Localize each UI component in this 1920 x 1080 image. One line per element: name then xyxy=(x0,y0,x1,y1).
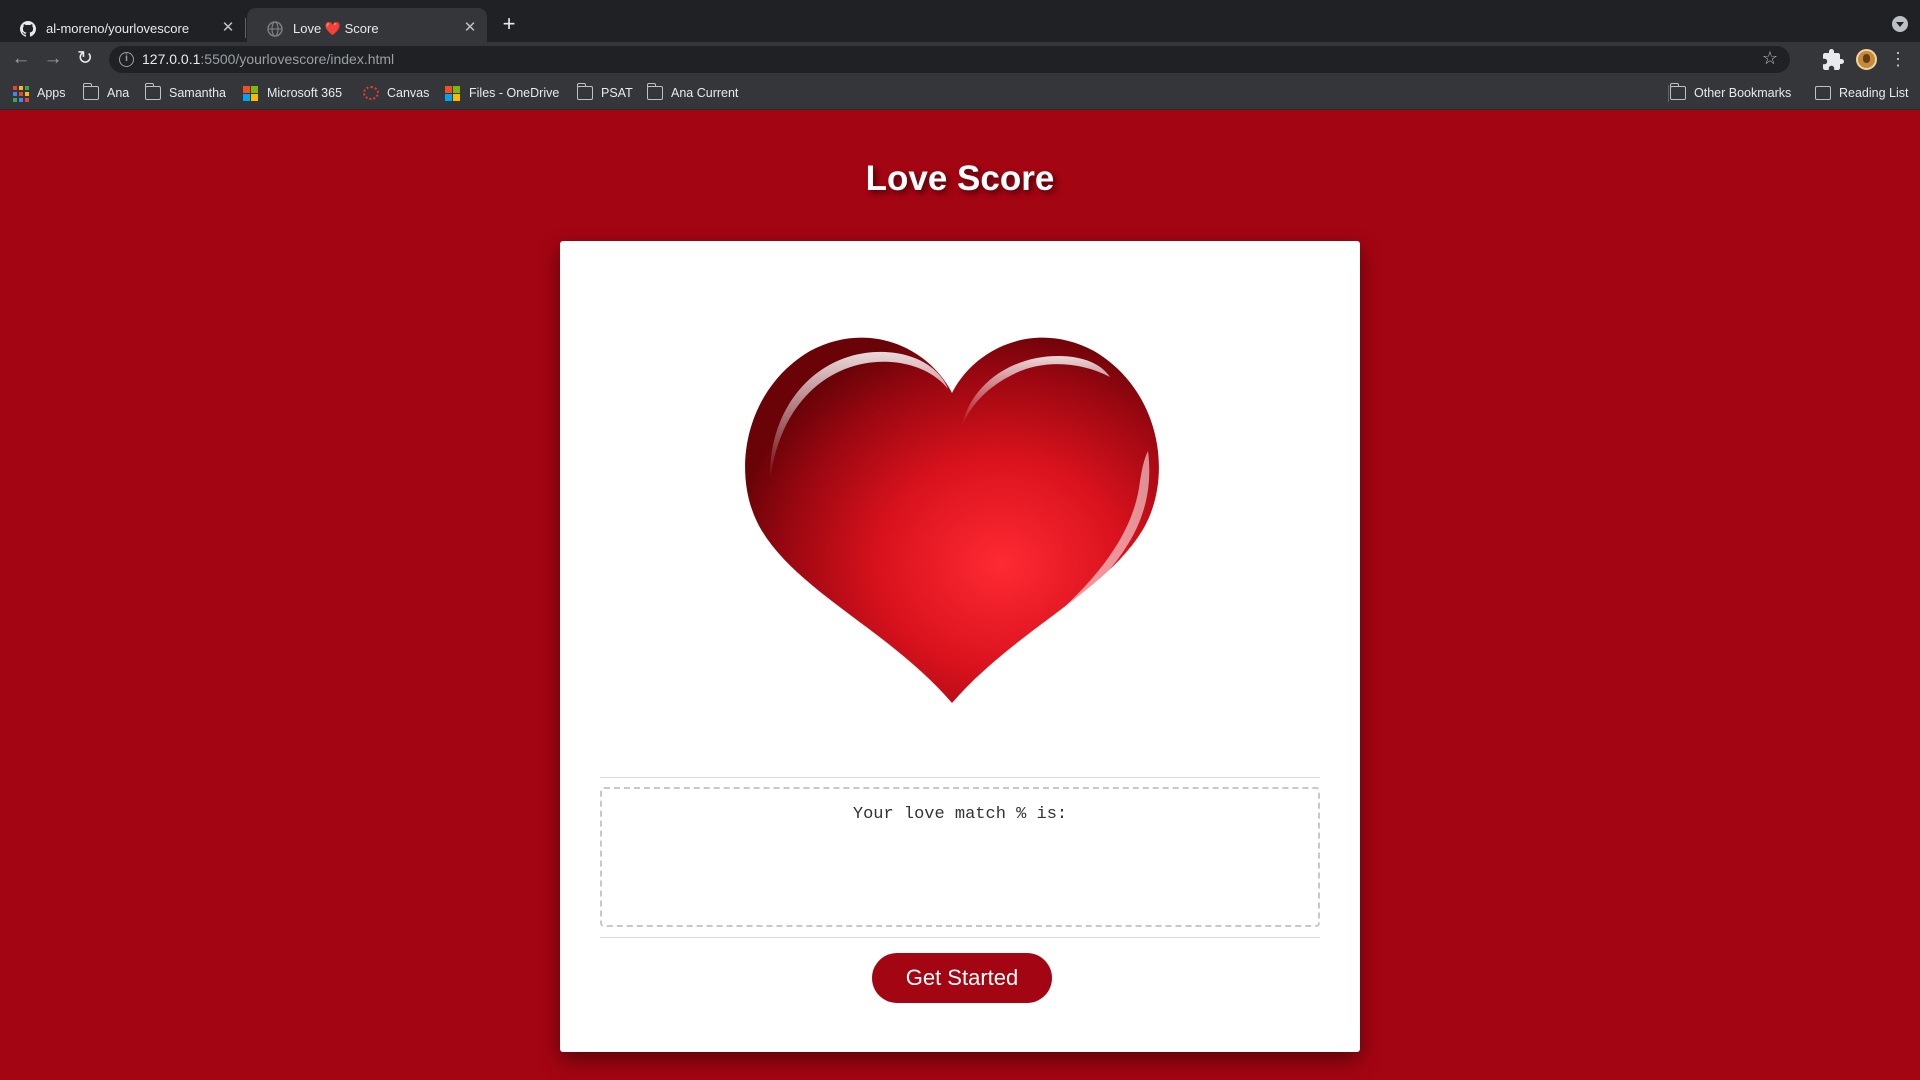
reading-list[interactable]: Reading List xyxy=(1815,76,1909,110)
url-host: 127.0.0.1 xyxy=(142,51,201,67)
folder-icon xyxy=(1669,83,1686,100)
address-bar[interactable]: i 127.0.0.1:5500/yourlovescore/index.htm… xyxy=(109,46,1790,73)
site-info-icon[interactable]: i xyxy=(119,52,134,67)
bookmark-ana-current[interactable]: Ana Current xyxy=(646,76,739,110)
bookmark-label: Canvas xyxy=(387,86,430,100)
love-card: Your love match % is: Get Started xyxy=(560,241,1360,1052)
folder-icon xyxy=(646,83,663,100)
back-icon[interactable]: ← xyxy=(8,47,34,71)
page-content: Love Score Your love match % is: Get Sta… xyxy=(0,111,1920,1080)
tab-title: Love ❤️ Score xyxy=(293,20,379,36)
github-icon xyxy=(19,20,36,37)
result-box: Your love match % is: xyxy=(600,787,1320,927)
reading-list-icon xyxy=(1815,86,1831,100)
other-bookmarks[interactable]: Other Bookmarks xyxy=(1669,76,1792,110)
bookmark-apps[interactable]: Apps xyxy=(13,76,66,110)
close-tab-icon[interactable]: ✕ xyxy=(461,19,479,37)
url-path: :5500/yourlovescore/index.html xyxy=(200,51,395,67)
forward-icon[interactable]: → xyxy=(40,47,66,71)
divider-top xyxy=(600,777,1320,778)
bookmark-canvas[interactable]: Canvas xyxy=(363,76,429,110)
browser-menu-icon[interactable]: ⋮ xyxy=(1888,48,1908,72)
bookmark-label: Ana Current xyxy=(671,86,739,100)
folder-icon xyxy=(576,83,593,100)
microsoft-icon xyxy=(243,86,259,101)
url-text: 127.0.0.1:5500/yourlovescore/index.html xyxy=(142,51,394,67)
browser-toolbar: ← → ↻ i 127.0.0.1:5500/yourlovescore/ind… xyxy=(0,42,1920,76)
apps-grid-icon xyxy=(13,86,29,102)
bookmark-label: Files - OneDrive xyxy=(469,86,560,100)
page-title: Love Score xyxy=(865,159,1055,198)
bookmark-ana[interactable]: Ana xyxy=(82,76,130,110)
folder-icon xyxy=(144,83,161,100)
bookmark-label: Apps xyxy=(37,86,66,100)
result-label: Your love match % is: xyxy=(852,805,1068,824)
bookmarks-divider xyxy=(1668,85,1669,102)
get-started-button[interactable]: Get Started xyxy=(872,953,1052,1003)
canvas-icon xyxy=(363,86,379,100)
new-tab-icon[interactable]: + xyxy=(497,13,521,37)
bookmark-star-icon[interactable]: ☆ xyxy=(1762,48,1778,69)
tab-divider xyxy=(245,18,246,38)
folder-icon xyxy=(82,83,99,100)
tab-title: al-moreno/yourlovescore xyxy=(46,21,190,36)
microsoft-icon xyxy=(445,86,461,101)
close-tab-icon[interactable]: ✕ xyxy=(219,19,237,37)
bookmark-label: Ana xyxy=(107,86,130,100)
reload-icon[interactable]: ↻ xyxy=(72,47,98,71)
bookmark-label: Other Bookmarks xyxy=(1694,86,1792,100)
bookmark-label: Reading List xyxy=(1839,86,1909,100)
profile-avatar[interactable] xyxy=(1856,49,1877,70)
bookmark-samantha[interactable]: Samantha xyxy=(144,76,226,110)
bookmarks-bar: Apps Ana Samantha Microsoft 365 Canvas F… xyxy=(0,76,1920,110)
tab-search-icon[interactable] xyxy=(1892,16,1908,32)
bookmark-label: Samantha xyxy=(169,86,226,100)
bookmark-label: PSAT xyxy=(601,86,633,100)
globe-icon xyxy=(266,20,283,37)
bookmark-files-onedrive[interactable]: Files - OneDrive xyxy=(445,76,559,110)
divider-bottom xyxy=(600,937,1320,938)
bookmark-label: Microsoft 365 xyxy=(267,86,343,100)
bookmark-microsoft-365[interactable]: Microsoft 365 xyxy=(243,76,342,110)
bookmark-psat[interactable]: PSAT xyxy=(576,76,633,110)
heart-icon xyxy=(745,337,1159,703)
extensions-icon[interactable] xyxy=(1821,48,1845,72)
